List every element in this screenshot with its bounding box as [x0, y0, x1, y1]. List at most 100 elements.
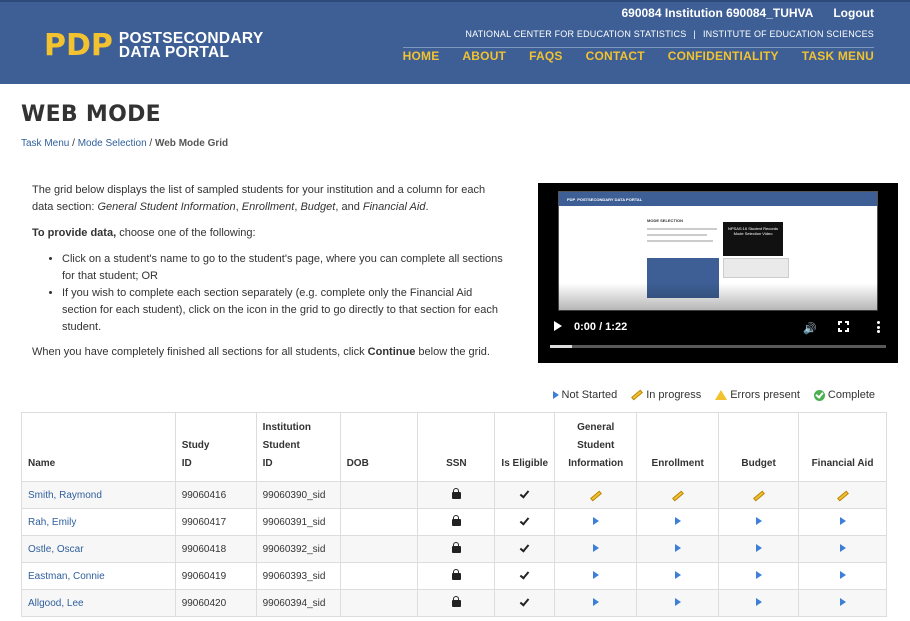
- ssn-cell: [417, 562, 496, 590]
- col-header-ssn: SSN: [417, 412, 496, 482]
- checkmark-icon: [519, 487, 530, 499]
- video-progress-bar[interactable]: [550, 345, 886, 348]
- ies-link[interactable]: INSTITUTE OF EDUCATION SCIENCES: [703, 29, 874, 39]
- tutorial-video-player[interactable]: PDP POSTSECONDARY DATA PORTAL MODE SELECT…: [538, 183, 898, 363]
- not-started-icon[interactable]: [674, 597, 681, 606]
- table-row: Allgood, Lee 99060420 99060394_sid: [21, 589, 887, 617]
- not-started-icon[interactable]: [592, 597, 599, 606]
- not-started-icon[interactable]: [839, 570, 846, 579]
- not-started-icon[interactable]: [674, 516, 681, 525]
- instructions-bullet-2: If you wish to complete each section sep…: [62, 285, 508, 336]
- complete-icon: [813, 389, 825, 401]
- lock-icon: [451, 595, 461, 607]
- financial-aid-status-cell[interactable]: [798, 535, 887, 563]
- site-header: PDP POSTSECONDARY DATA PORTAL 690084 Ins…: [0, 0, 910, 84]
- in-progress-icon[interactable]: [589, 490, 602, 501]
- legend-not-started: Not Started: [552, 389, 617, 401]
- thumbnail-logo: PDP POSTSECONDARY DATA PORTAL: [567, 197, 643, 202]
- enrollment-status-cell[interactable]: [636, 589, 720, 617]
- financial-aid-status-cell[interactable]: [798, 481, 887, 509]
- student-name-link[interactable]: Ostle, Oscar: [28, 544, 84, 555]
- instructions-list: Click on a student's name to go to the s…: [62, 251, 508, 336]
- general-info-status-cell[interactable]: [554, 589, 638, 617]
- logo-line-2: DATA PORTAL: [118, 44, 230, 61]
- breadcrumb-current: Web Mode Grid: [154, 138, 229, 149]
- instructions-paragraph-2: To provide data, choose one of the follo…: [32, 227, 256, 239]
- in-progress-icon[interactable]: [836, 490, 849, 501]
- thumbnail-popup: NPSAS:16 Student Records Mode Selection …: [723, 222, 783, 256]
- budget-status-cell[interactable]: [718, 481, 800, 509]
- nav-about[interactable]: ABOUT: [462, 49, 506, 63]
- in-progress-icon[interactable]: [671, 490, 684, 501]
- volume-icon[interactable]: 🔊: [803, 322, 817, 335]
- general-info-status-cell[interactable]: [554, 562, 638, 590]
- institution-student-id-cell: 99060393_sid: [255, 562, 341, 590]
- not-started-icon[interactable]: [755, 543, 762, 552]
- in-progress-icon[interactable]: [752, 490, 765, 501]
- student-name-link[interactable]: Smith, Raymond: [28, 490, 102, 501]
- student-name-link[interactable]: Allgood, Lee: [28, 598, 84, 609]
- study-id-cell: 99060418: [174, 535, 257, 563]
- table-row: Rah, Emily 99060417 99060391_sid: [21, 508, 887, 536]
- logo-text: POSTSECONDARY DATA PORTAL: [118, 31, 264, 61]
- budget-status-cell[interactable]: [718, 589, 800, 617]
- not-started-icon[interactable]: [592, 543, 599, 552]
- nav-confidentiality[interactable]: CONFIDENTIALITY: [668, 49, 779, 63]
- nav-contact[interactable]: CONTACT: [586, 49, 645, 63]
- table-row: Smith, Raymond 99060416 99060390_sid: [21, 481, 887, 509]
- general-info-status-cell[interactable]: [554, 481, 638, 509]
- student-name-cell: Eastman, Connie: [21, 562, 176, 590]
- ssn-cell: [417, 589, 496, 617]
- not-started-icon[interactable]: [755, 570, 762, 579]
- nav-task-menu[interactable]: TASK MENU: [802, 49, 874, 63]
- nces-link[interactable]: NATIONAL CENTER FOR EDUCATION STATISTICS: [465, 29, 686, 39]
- not-started-icon[interactable]: [755, 516, 762, 525]
- grid-header-row: Name Study ID Institution Student ID DOB…: [21, 412, 887, 482]
- not-started-icon[interactable]: [839, 597, 846, 606]
- not-started-icon[interactable]: [839, 543, 846, 552]
- checkmark-icon: [519, 514, 530, 526]
- nav-home[interactable]: HOME: [403, 49, 440, 63]
- play-icon[interactable]: [554, 321, 562, 331]
- not-started-icon[interactable]: [839, 516, 846, 525]
- financial-aid-status-cell[interactable]: [798, 508, 887, 536]
- financial-aid-status-cell[interactable]: [798, 562, 887, 590]
- not-started-icon[interactable]: [674, 570, 681, 579]
- nav-faqs[interactable]: FAQS: [529, 49, 562, 63]
- fullscreen-icon[interactable]: [838, 321, 849, 332]
- student-grid: Name Study ID Institution Student ID DOB…: [21, 412, 887, 617]
- breadcrumb-task-menu[interactable]: Task Menu: [21, 138, 69, 149]
- budget-status-cell[interactable]: [718, 535, 800, 563]
- budget-status-cell[interactable]: [718, 562, 800, 590]
- more-options-icon[interactable]: [877, 321, 880, 333]
- dob-cell: [339, 535, 419, 563]
- financial-aid-status-cell[interactable]: [798, 589, 887, 617]
- col-header-is-eligible: Is Eligible: [494, 412, 556, 482]
- student-name-link[interactable]: Eastman, Connie: [28, 571, 105, 582]
- lock-icon: [451, 541, 461, 553]
- logout-link[interactable]: Logout: [833, 6, 874, 20]
- enrollment-status-cell[interactable]: [636, 562, 720, 590]
- not-started-icon[interactable]: [592, 516, 599, 525]
- legend-complete: Complete: [813, 389, 875, 401]
- not-started-icon[interactable]: [592, 570, 599, 579]
- breadcrumb-mode-selection[interactable]: Mode Selection: [78, 138, 147, 149]
- enrollment-status-cell[interactable]: [636, 481, 720, 509]
- enrollment-status-cell[interactable]: [636, 508, 720, 536]
- pdp-logo[interactable]: PDP POSTSECONDARY DATA PORTAL: [44, 29, 263, 63]
- general-info-status-cell[interactable]: [554, 535, 638, 563]
- not-started-icon[interactable]: [674, 543, 681, 552]
- col-header-dob: DOB: [339, 412, 419, 482]
- not-started-icon[interactable]: [755, 597, 762, 606]
- general-info-status-cell[interactable]: [554, 508, 638, 536]
- student-name-cell: Smith, Raymond: [21, 481, 176, 509]
- study-id-cell: 99060420: [174, 589, 257, 617]
- dob-cell: [339, 481, 419, 509]
- ssn-cell: [417, 508, 496, 536]
- institution-student-id-cell: 99060390_sid: [255, 481, 341, 509]
- study-id-cell: 99060416: [174, 481, 257, 509]
- student-name-link[interactable]: Rah, Emily: [28, 517, 76, 528]
- enrollment-status-cell[interactable]: [636, 535, 720, 563]
- budget-status-cell[interactable]: [718, 508, 800, 536]
- is-eligible-cell: [494, 562, 556, 590]
